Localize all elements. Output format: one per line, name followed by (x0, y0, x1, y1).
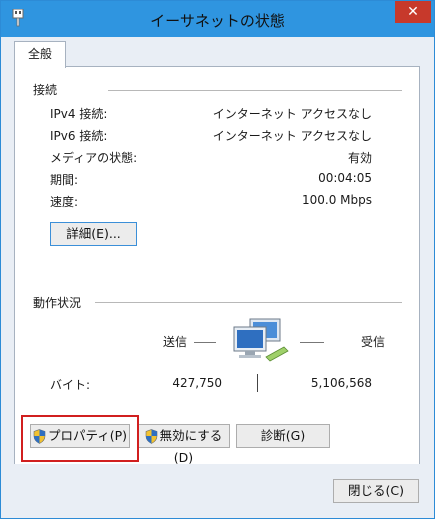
diagnose-button[interactable]: 診断(G) (236, 424, 330, 448)
bytes-received-value: 5,106,568 (310, 376, 372, 390)
ipv4-value: インターネット アクセスなし (212, 107, 372, 121)
media-state-label: メディアの状態: (50, 151, 138, 165)
tab-general[interactable]: 全般 (14, 41, 66, 68)
media-state-value: 有効 (347, 151, 372, 165)
bytes-sent-value: 427,750 (172, 376, 222, 390)
activity-header: 動作状況 (33, 296, 82, 310)
computers-network-icon (233, 318, 289, 362)
speed-value: 100.0 Mbps (301, 193, 372, 207)
received-label: 受信 (361, 335, 386, 349)
activity-divider (95, 302, 402, 303)
speed-label: 速度: (50, 195, 79, 209)
duration-value: 00:04:05 (318, 171, 372, 185)
close-icon: ✕ (407, 4, 419, 20)
sent-label: 送信 (163, 335, 188, 349)
disable-button[interactable]: 無効にする(D) (137, 424, 230, 465)
bytes-separator (257, 374, 258, 392)
properties-highlight-box (21, 415, 139, 462)
sent-line (194, 342, 216, 343)
close-button[interactable]: 閉じる(C) (333, 479, 419, 503)
general-panel: 接続 IPv4 接続: インターネット アクセスなし IPv6 接続: インター… (14, 66, 420, 466)
close-window-button[interactable]: ✕ (395, 1, 431, 23)
title-bar[interactable]: イーサネットの状態 ✕ (1, 1, 434, 37)
received-line (300, 342, 324, 343)
bytes-label: バイト: (50, 378, 91, 392)
uac-shield-icon (145, 429, 157, 444)
window-title: イーサネットの状態 (150, 12, 285, 30)
ipv4-label: IPv4 接続: (50, 107, 108, 121)
connection-divider (108, 90, 402, 91)
ipv6-label: IPv6 接続: (50, 129, 108, 143)
duration-label: 期間: (50, 173, 79, 187)
network-status-window: イーサネットの状態 ✕ 全般 接続 IPv4 接続: インターネット アクセスな… (0, 0, 435, 519)
connection-header: 接続 (33, 83, 58, 97)
ipv6-value: インターネット アクセスなし (212, 129, 372, 143)
details-button[interactable]: 詳細(E)... (50, 222, 137, 246)
